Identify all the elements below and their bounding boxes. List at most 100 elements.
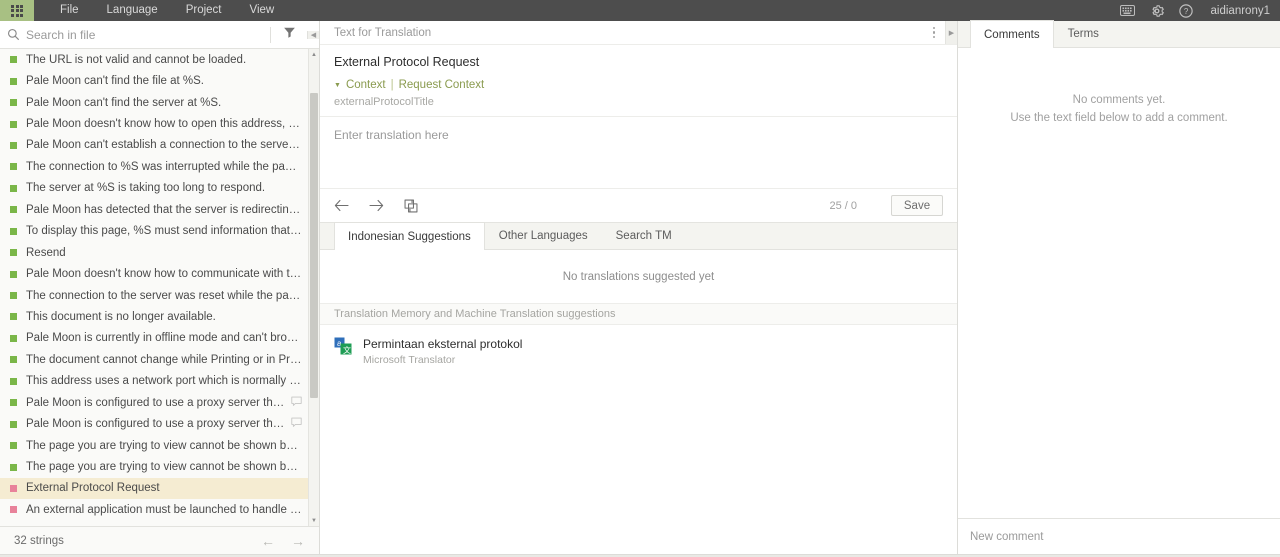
list-item[interactable]: Pale Moon can't find the server at %S. xyxy=(0,92,308,113)
comment-icon[interactable] xyxy=(291,417,302,431)
list-item-label: The page you are trying to view cannot b… xyxy=(26,461,302,474)
list-item-label: This document is no longer available. xyxy=(26,310,216,323)
save-button[interactable]: Save xyxy=(891,195,943,216)
tab-indonesian-suggestions[interactable]: Indonesian Suggestions xyxy=(334,222,485,250)
collapse-comments-button[interactable]: ▶ xyxy=(945,21,957,44)
tm-section-header: Translation Memory and Machine Translati… xyxy=(320,304,957,325)
list-item[interactable]: The URL is not valid and cannot be loade… xyxy=(0,49,308,70)
tm-suggestion-item[interactable]: a 文 Permintaan eksternal protokol Micros… xyxy=(320,325,957,376)
list-item[interactable]: The connection to the server was reset w… xyxy=(0,285,308,306)
scroll-down-arrow[interactable]: ▼ xyxy=(309,515,319,526)
translation-placeholder: Enter translation here xyxy=(334,128,449,142)
list-item-label: The connection to the server was reset w… xyxy=(26,289,302,302)
list-item[interactable]: The document cannot change while Printin… xyxy=(0,349,308,370)
list-item-label: The document cannot change while Printin… xyxy=(26,353,302,366)
context-separator: | xyxy=(390,79,394,91)
arrow-left-icon[interactable] xyxy=(334,199,349,212)
list-item[interactable]: Pale Moon can't establish a connection t… xyxy=(0,135,308,156)
list-item[interactable]: Pale Moon can't find the file at %S. xyxy=(0,70,308,91)
menu-item-language[interactable]: Language xyxy=(93,0,172,21)
list-item[interactable]: The page you are trying to view cannot b… xyxy=(0,435,308,456)
list-item[interactable]: The page you are trying to view cannot b… xyxy=(0,456,308,477)
list-item[interactable]: Pale Moon is configured to use a proxy s… xyxy=(0,392,308,413)
tab-terms[interactable]: Terms xyxy=(1054,20,1113,47)
chevron-down-icon: ▼ xyxy=(334,81,341,89)
menu-item-file[interactable]: File xyxy=(46,0,93,21)
apps-grid-icon xyxy=(11,4,23,17)
status-badge xyxy=(10,463,17,471)
prev-page-icon[interactable]: ← xyxy=(261,533,275,549)
list-item[interactable]: External Protocol Request xyxy=(0,477,308,500)
list-item-label: Pale Moon has detected that the server i… xyxy=(26,203,302,216)
scrollbar-thumb[interactable] xyxy=(310,93,318,398)
list-item[interactable]: An external application must be launched… xyxy=(0,499,308,520)
new-comment-placeholder: New comment xyxy=(970,530,1044,543)
apps-grid-button[interactable] xyxy=(0,0,34,21)
list-item-label: Pale Moon is configured to use a proxy s… xyxy=(26,418,285,431)
tm-suggestion-text: Permintaan eksternal protokol xyxy=(363,337,523,351)
collapse-sidebar-button[interactable]: ◀ xyxy=(307,30,319,39)
list-item[interactable]: Pale Moon has detected that the server i… xyxy=(0,199,308,220)
suggestion-tabs: Indonesian Suggestions Other Languages S… xyxy=(320,222,957,250)
empty-suggestions-message: No translations suggested yet xyxy=(320,250,957,304)
source-string-block: External Protocol Request ▼ Context | Re… xyxy=(320,45,957,117)
search-input[interactable] xyxy=(26,27,270,42)
sidebar-footer: 32 strings ← → xyxy=(0,526,319,554)
status-badge xyxy=(10,484,17,492)
more-options-button[interactable] xyxy=(923,26,945,39)
no-comments-line-2: Use the text field below to add a commen… xyxy=(1010,111,1228,124)
tab-comments[interactable]: Comments xyxy=(970,20,1054,48)
list-item[interactable]: This document is no longer available. xyxy=(0,306,308,327)
status-badge xyxy=(10,141,17,149)
gear-icon[interactable] xyxy=(1149,3,1165,19)
copy-source-icon[interactable] xyxy=(404,199,418,213)
list-item[interactable]: The connection to %S was interrupted whi… xyxy=(0,156,308,177)
list-item[interactable]: Pale Moon doesn't know how to communicat… xyxy=(0,263,308,284)
svg-text:?: ? xyxy=(1183,7,1188,16)
new-comment-field[interactable]: New comment xyxy=(958,518,1280,554)
status-badge xyxy=(10,249,17,257)
list-item-label: Pale Moon is configured to use a proxy s… xyxy=(26,396,285,409)
list-item[interactable]: Resend xyxy=(0,242,308,263)
no-comments-line-1: No comments yet. xyxy=(1072,94,1166,106)
filter-button[interactable] xyxy=(271,26,307,44)
help-icon[interactable]: ? xyxy=(1178,3,1194,19)
username-label[interactable]: aidianrony1 xyxy=(1207,5,1270,17)
tab-other-languages[interactable]: Other Languages xyxy=(485,222,602,249)
status-badge xyxy=(10,206,17,214)
status-badge xyxy=(10,227,17,235)
scroll-up-arrow[interactable]: ▲ xyxy=(309,49,319,60)
tab-search-tm[interactable]: Search TM xyxy=(602,222,686,249)
comment-icon[interactable] xyxy=(291,396,302,410)
context-line[interactable]: ▼ Context | Request Context xyxy=(334,79,943,91)
status-badge xyxy=(10,292,17,300)
sidebar-scrollbar[interactable]: ▲ ▼ xyxy=(308,49,319,526)
list-item[interactable]: Pale Moon doesn't know how to open this … xyxy=(0,113,308,134)
translation-input-area[interactable]: Enter translation here xyxy=(320,117,957,189)
list-item[interactable]: The server at %S is taking too long to r… xyxy=(0,178,308,199)
list-item[interactable]: Pale Moon is configured to use a proxy s… xyxy=(0,413,308,434)
tm-suggestion-body: Permintaan eksternal protokol Microsoft … xyxy=(363,337,522,366)
list-item[interactable]: Pale Moon is currently in offline mode a… xyxy=(0,328,308,349)
pager: ← → xyxy=(261,533,305,549)
menu-item-view[interactable]: View xyxy=(236,0,289,21)
list-item[interactable]: This address uses a network port which i… xyxy=(0,371,308,392)
list-item-label: This address uses a network port which i… xyxy=(26,375,302,388)
keyboard-icon[interactable] xyxy=(1120,3,1136,19)
character-counter: 25 / 0 xyxy=(829,199,857,212)
menu-item-project[interactable]: Project xyxy=(172,0,236,21)
main-menu: File Language Project View xyxy=(46,0,288,21)
panel-filler xyxy=(320,376,957,554)
list-item[interactable]: To display this page, %S must send infor… xyxy=(0,221,308,242)
strings-list[interactable]: The URL is not valid and cannot be loade… xyxy=(0,49,308,526)
panel-title: Text for Translation xyxy=(334,26,432,39)
list-item-label: The connection to %S was interrupted whi… xyxy=(26,160,302,173)
app-root: File Language Project View ? aidianrony1 xyxy=(0,0,1280,557)
source-text: External Protocol Request xyxy=(334,55,480,69)
status-badge xyxy=(10,506,17,514)
next-page-icon[interactable]: → xyxy=(291,533,305,549)
svg-text:文: 文 xyxy=(343,345,351,355)
source-key: externalProtocolTitle xyxy=(334,96,434,108)
search-icon xyxy=(0,28,26,41)
arrow-right-icon[interactable] xyxy=(369,199,384,212)
